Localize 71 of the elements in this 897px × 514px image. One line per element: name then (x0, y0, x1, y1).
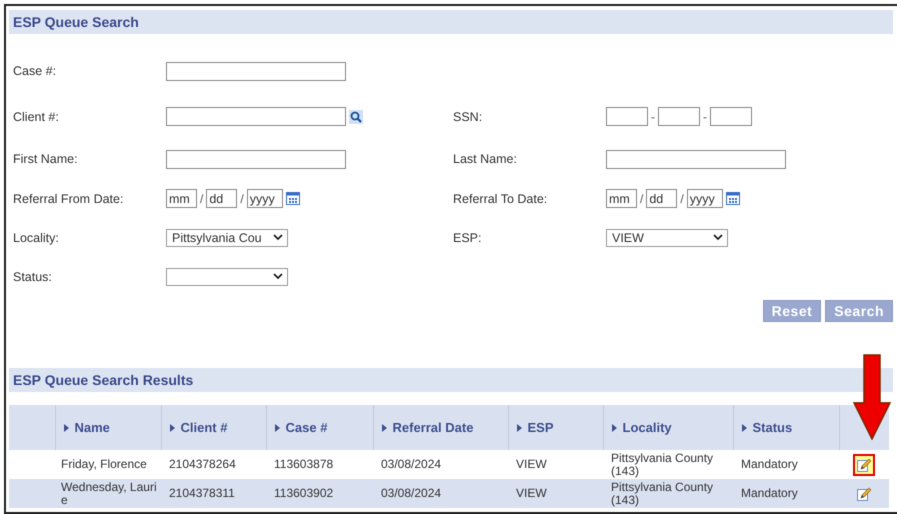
ssn-field[interactable] (710, 107, 752, 126)
calendar-icon[interactable] (286, 192, 300, 205)
calendar-icon[interactable] (726, 192, 740, 205)
column-header[interactable]: Locality (622, 420, 672, 435)
table-cell: VIEW (516, 486, 547, 500)
date-part-field[interactable]: mm (606, 189, 637, 208)
table-cell: 03/08/2024 (381, 486, 442, 500)
table-cell: Mandatory (741, 486, 798, 500)
table-cell: Mandatory (741, 457, 798, 471)
table-cell: Pittsylvania County (143) (611, 450, 714, 478)
text-field[interactable] (166, 62, 346, 80)
ssn-field[interactable] (606, 107, 648, 126)
table-cell: VIEW (516, 457, 547, 471)
column-header[interactable]: Status (752, 420, 792, 435)
field-label: Client #: (12, 108, 60, 126)
field-label: ESP: (452, 230, 482, 246)
table-cell: 2104378311 (169, 486, 235, 500)
field-label: Status: (12, 268, 53, 286)
column-header[interactable]: ESP (528, 420, 554, 435)
field-label: Referral To Date: (452, 190, 548, 208)
date-part-field[interactable]: dd (646, 189, 678, 208)
chevron-icon (273, 234, 283, 241)
field-label: First Name: (12, 151, 79, 168)
sort-arrow-icon (170, 424, 174, 432)
column-header[interactable]: Name (74, 420, 110, 435)
chevron-icon (273, 273, 283, 280)
text-field[interactable] (166, 150, 346, 168)
section-header: ESP Queue Search (9, 10, 893, 34)
field-label: Last Name: (452, 151, 518, 168)
search-icon[interactable] (349, 110, 363, 124)
column-header[interactable]: Client # (180, 420, 228, 435)
table-cell: 113603878 (274, 457, 334, 471)
separator: / (640, 192, 644, 206)
text-field[interactable] (606, 150, 786, 168)
text-field[interactable] (166, 107, 346, 126)
column-header[interactable]: Case # (286, 420, 328, 435)
table-cell: 03/08/2024 (381, 457, 442, 471)
section-header: ESP Queue Search Results (9, 368, 893, 392)
separator: / (680, 192, 684, 206)
field-label: SSN: (452, 108, 484, 126)
field-label: Case #: (12, 63, 58, 80)
dropdown[interactable] (166, 268, 288, 286)
sort-arrow-icon (612, 424, 616, 432)
separator: / (240, 192, 244, 206)
chevron-icon (713, 234, 723, 241)
table-cell: 113603902 (274, 486, 334, 500)
pencil-icon (857, 458, 871, 472)
table-cell: Wednesday, Laurie (61, 480, 157, 506)
sort-arrow-icon (516, 424, 522, 432)
sort-arrow-icon (64, 424, 68, 432)
table-cell: 2104378264 (169, 457, 236, 471)
dropdown[interactable]: Pittsylvania Cou (166, 228, 288, 246)
separator: / (200, 192, 204, 206)
sort-arrow-icon (742, 424, 746, 432)
date-part-field[interactable]: yyyy (686, 189, 723, 208)
separator: - (651, 110, 655, 124)
separator: - (703, 110, 707, 124)
ssn-field[interactable] (658, 107, 700, 126)
dropdown[interactable]: VIEW (606, 228, 728, 246)
sort-arrow-icon (274, 424, 280, 432)
pencil-icon (857, 486, 871, 500)
date-part-field[interactable]: yyyy (246, 189, 283, 208)
table-cell: Pittsylvania County (143) (611, 480, 714, 506)
field-label: Locality: (12, 230, 60, 247)
table-cell: Friday, Florence (61, 457, 147, 471)
date-part-field[interactable]: mm (166, 189, 197, 208)
field-label: Referral From Date: (12, 190, 124, 208)
highlight-box[interactable] (853, 454, 875, 476)
sort-arrow-icon (382, 424, 386, 432)
column-header[interactable]: Referral Date (392, 420, 474, 435)
date-part-field[interactable]: dd (206, 189, 238, 208)
